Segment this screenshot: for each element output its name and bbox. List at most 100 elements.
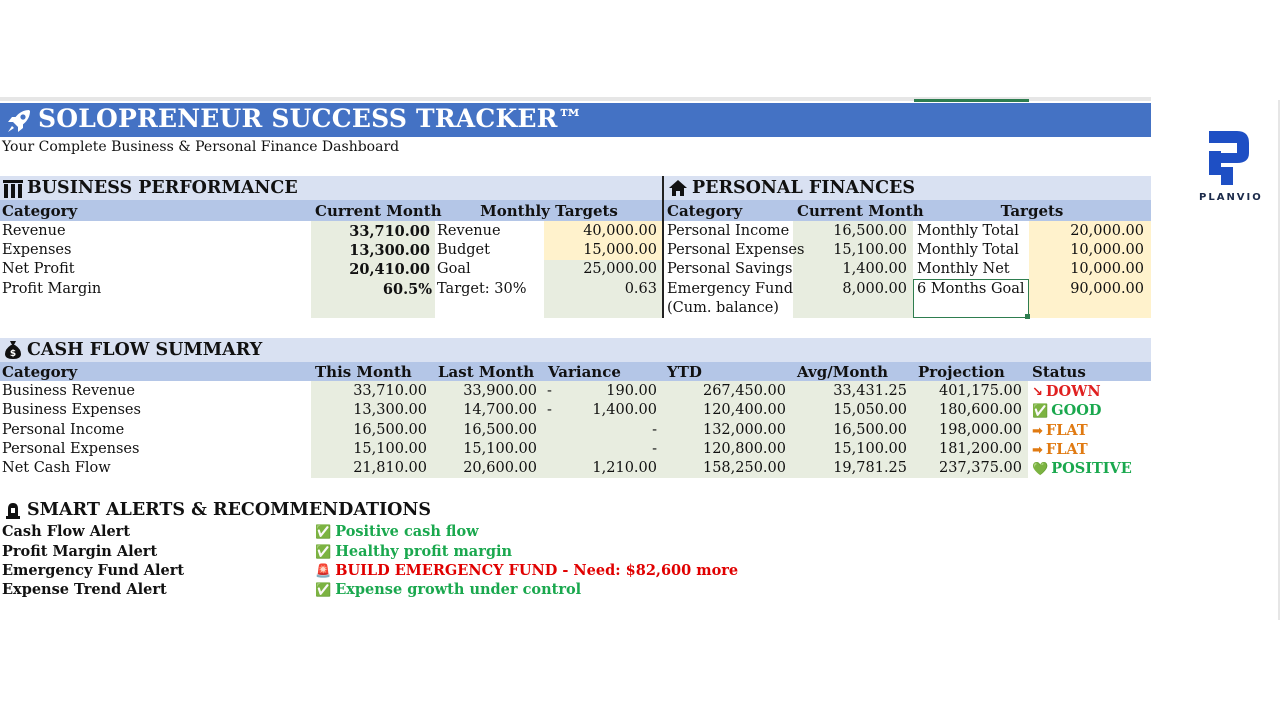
business-header-category: Category [2,202,78,220]
cashflow-row-status: ➡ FLAT [1032,440,1088,459]
status-icon: 💚 [1032,462,1049,477]
cashflow-header-variance: Variance [548,363,621,381]
fill-handle[interactable] [1025,314,1030,319]
cashflow-row-this-month: 33,710.00 [353,383,427,399]
cashflow-row-variance: 1,210.00 [592,460,657,476]
business-row-category: Revenue [2,223,66,239]
business-row-category: Profit Margin [2,281,102,297]
personal-row-target-label: Monthly Total [917,223,1019,239]
personal-row-current: 8,000.00 [842,281,907,297]
cashflow-row-projection: 401,175.00 [938,383,1022,399]
alert-message-text: Positive cash flow [335,523,479,540]
personal-header-targets: Targets [1000,202,1064,220]
cashflow-row-variance: 190.00 [606,383,657,399]
cashflow-row-status: ✅ GOOD [1032,401,1101,420]
personal-row-category-note: (Cum. balance) [667,300,779,316]
business-row-current: 33,710.00 [349,223,430,240]
personal-header-current: Current Month [797,202,924,220]
status-icon: ↘ [1032,385,1043,400]
cashflow-row-last-month: 16,500.00 [463,422,537,438]
cashflow-row-avg: 15,050.00 [833,402,907,418]
business-row-target-value: 0.63 [624,281,657,297]
cashflow-row-category: Personal Income [2,422,125,438]
business-row-current: 20,410.00 [349,261,430,278]
cashflow-row-avg: 33,431.25 [833,383,907,399]
business-header-current: Current Month [315,202,442,220]
personal-row-target-value: 90,000.00 [1070,281,1144,297]
cashflow-row-avg: 16,500.00 [833,422,907,438]
cashflow-row-projection: 181,200.00 [938,441,1022,457]
business-row-target-label: Goal [437,261,471,277]
alert-message: 🚨 BUILD EMERGENCY FUND - Need: $82,600 mo… [315,561,738,580]
cashflow-row-status: ➡ FLAT [1032,421,1088,440]
personal-section-title: PERSONAL FINANCES [692,178,915,198]
personal-row-current: 16,500.00 [833,223,907,239]
cashflow-row-last-month: 14,700.00 [463,402,537,418]
cashflow-row-this-month: 15,100.00 [353,441,427,457]
cashflow-row-category: Business Revenue [2,383,136,399]
cashflow-row-projection: 180,600.00 [938,402,1022,418]
dashboard-subtitle: Your Complete Business & Personal Financ… [2,139,400,155]
selected-cell[interactable] [913,279,1029,318]
cashflow-row-ytd: 120,400.00 [702,402,786,418]
planvio-wordmark: PLANVIO [1199,192,1263,203]
cashflow-row-ytd: 132,000.00 [702,422,786,438]
check-icon: ✅ [315,545,332,560]
alerts-section-title: SMART ALERTS & RECOMMENDATIONS [27,500,432,520]
status-text: GOOD [1051,402,1102,419]
cashflow-row-last-month: 20,600.00 [463,460,537,476]
cashflow-row-projection: 237,375.00 [938,460,1022,476]
alert-label: Cash Flow Alert [2,523,131,540]
cashflow-row-avg: 19,781.25 [833,460,907,476]
alert-label: Profit Margin Alert [2,543,158,560]
cashflow-header-category: Category [2,363,78,381]
status-text: FLAT [1045,441,1088,458]
cashflow-row-last-month: 33,900.00 [463,383,537,399]
status-text: FLAT [1045,422,1088,439]
alert-message-text: BUILD EMERGENCY FUND - Need: $82,600 mor… [335,562,739,579]
personal-header-category: Category [667,202,743,220]
status-text: POSITIVE [1051,460,1132,477]
cashflow-row-projection: 198,000.00 [938,422,1022,438]
cashflow-row-ytd: 267,450.00 [702,383,786,399]
personal-row-target-value: 10,000.00 [1070,261,1144,277]
personal-row-current: 15,100.00 [833,242,907,258]
business-header-targets: Monthly Targets [480,202,618,220]
cashflow-row-variance: 1,400.00 [592,402,657,418]
siren-icon: 🚨 [315,564,332,579]
alert-message-text: Healthy profit margin [335,543,513,560]
alert-message: ✅ Expense growth under control [315,580,581,599]
business-section-title: BUSINESS PERFORMANCE [27,178,298,198]
cashflow-header-status: Status [1032,363,1086,381]
personal-row-category: Emergency Fund [667,281,793,297]
alert-message: ✅ Positive cash flow [315,522,479,541]
bar-chart-icon [3,180,23,198]
house-icon [669,180,687,196]
status-icon: ➡ [1032,443,1043,458]
business-row-current: 13,300.00 [349,242,430,259]
cashflow-row-category: Net Cash Flow [2,460,111,476]
business-row-target-value: 40,000.00 [583,223,657,239]
dashboard-title: SOLOPRENEUR SUCCESS TRACKER™ [38,104,583,133]
business-row-current: 60.5% [382,281,432,298]
business-row-target-label: Revenue [437,223,501,239]
status-text: DOWN [1045,383,1101,400]
personal-row-target-label: Monthly Total [917,242,1019,258]
cashflow-row-category: Personal Expenses [2,441,140,457]
business-row-category: Expenses [2,242,72,258]
alert-message-text: Expense growth under control [335,581,582,598]
cashflow-header-last-month: Last Month [438,363,535,381]
personal-row-target-value: 10,000.00 [1070,242,1144,258]
status-icon: ➡ [1032,424,1043,439]
cashflow-row-ytd: 158,250.00 [702,460,786,476]
cashflow-row-ytd: 120,800.00 [702,441,786,457]
cashflow-row-avg: 15,100.00 [833,441,907,457]
cashflow-row-this-month: 16,500.00 [353,422,427,438]
cashflow-header-avg: Avg/Month [797,363,889,381]
personal-row-category: Personal Income [667,223,790,239]
personal-row-target-value: 20,000.00 [1070,223,1144,239]
cashflow-section-title: CASH FLOW SUMMARY [27,340,263,360]
money-bag-icon: $ [5,341,21,359]
cashflow-row-category: Business Expenses [2,402,141,418]
business-row-target-value: 15,000.00 [583,242,657,258]
